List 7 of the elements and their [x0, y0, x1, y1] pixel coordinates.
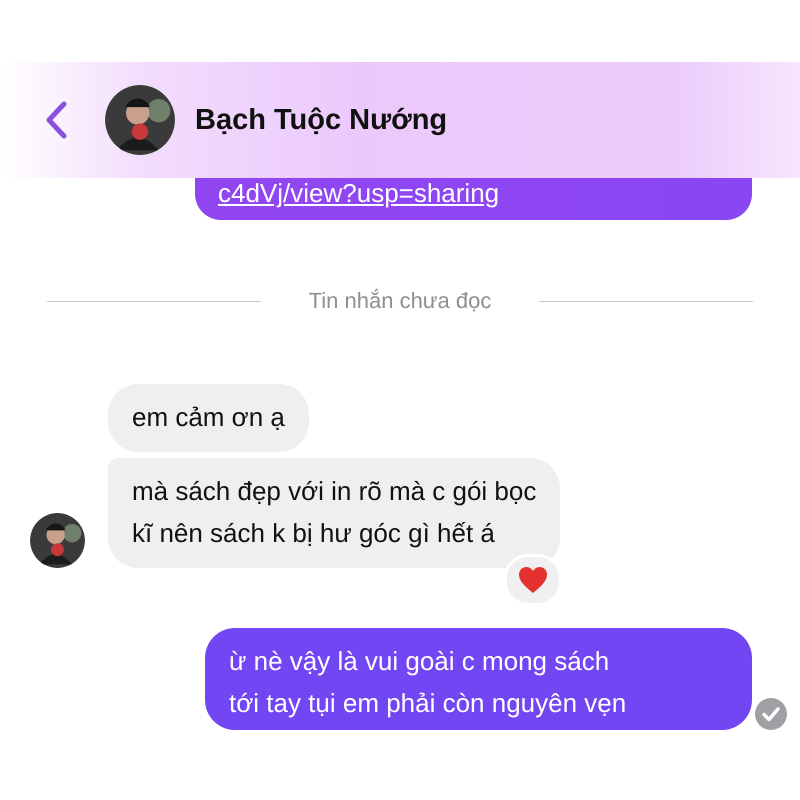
heart-icon [518, 566, 548, 594]
link[interactable]: c4dVj/view?usp=sharing [218, 179, 500, 207]
avatar-icon [30, 513, 85, 568]
message-bubble: em cảm ơn ạ [108, 384, 309, 452]
avatar-icon [105, 85, 175, 155]
unread-divider-label: Tin nhắn chưa đọc [308, 288, 492, 314]
contact-name[interactable]: Bạch Tuộc Nướng [195, 104, 448, 136]
